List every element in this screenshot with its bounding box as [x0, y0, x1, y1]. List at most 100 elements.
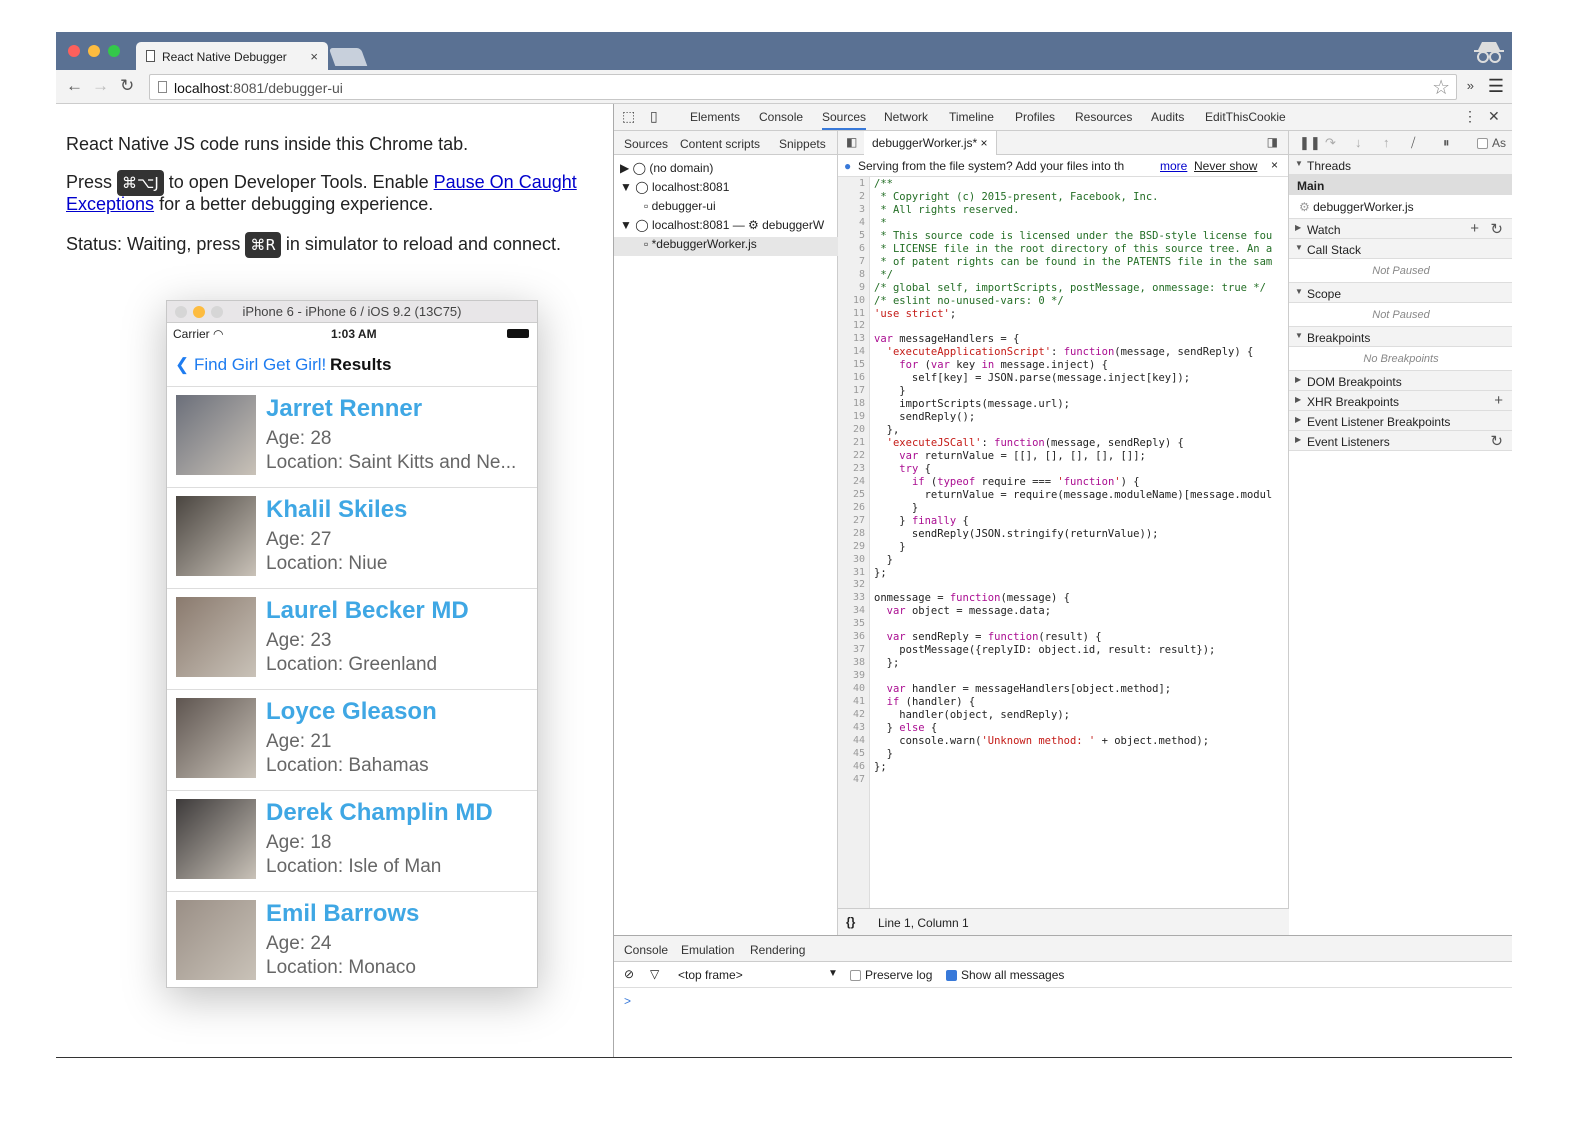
line-number[interactable]: 33	[853, 592, 865, 603]
list-item[interactable]: Laurel Becker MD Age: 23 Location: Greenla…	[167, 589, 537, 690]
info-more-link[interactable]: more	[1160, 159, 1187, 173]
sim-close-button[interactable]	[175, 306, 187, 318]
list-item[interactable]: Jarret Renner Age: 28 Location: Saint Kitt…	[167, 387, 537, 488]
line-number[interactable]: 47	[853, 774, 865, 785]
new-tab-button[interactable]	[328, 48, 368, 66]
pause-icon[interactable]: ❚❚	[1299, 135, 1321, 151]
line-number[interactable]: 31	[853, 567, 865, 578]
minimize-window-button[interactable]	[88, 45, 100, 57]
chrome-menu-icon[interactable]: ☰	[1488, 76, 1504, 97]
chevron-down-icon[interactable]: ▼	[828, 968, 838, 979]
line-number[interactable]: 19	[853, 411, 865, 422]
line-number[interactable]: 14	[853, 346, 865, 357]
tab-rendering[interactable]: Rendering	[750, 943, 805, 957]
line-number[interactable]: 12	[853, 320, 865, 331]
never-show-link[interactable]: Never show	[1194, 159, 1257, 173]
watch-section[interactable]: ▶ Watch + ↻	[1289, 219, 1512, 239]
list-item[interactable]: Khalil Skiles Age: 27 Location: Niue	[167, 488, 537, 589]
line-number[interactable]: 41	[853, 696, 865, 707]
list-item[interactable]: Loyce Gleason Age: 21 Location: Bahamas	[167, 690, 537, 791]
close-window-button[interactable]	[68, 45, 80, 57]
tab-snippets[interactable]: Snippets	[779, 137, 826, 151]
line-number[interactable]: 44	[853, 735, 865, 746]
line-number[interactable]: 10	[853, 295, 865, 306]
devtools-tab-sources[interactable]: Sources	[822, 110, 867, 130]
device-mode-icon[interactable]: ▯	[650, 108, 658, 125]
scope-section[interactable]: ▼ Scope	[1289, 283, 1512, 303]
line-number[interactable]: 2	[859, 191, 865, 202]
exceptions-link[interactable]: Exceptions	[66, 194, 154, 214]
line-number[interactable]: 29	[853, 541, 865, 552]
line-number[interactable]: 1	[859, 178, 865, 189]
reload-icon[interactable]: ↻	[120, 76, 134, 96]
forward-arrow-icon[interactable]: →	[92, 76, 109, 96]
line-number[interactable]: 46	[853, 761, 865, 772]
line-number[interactable]: 3	[859, 204, 865, 215]
line-number[interactable]: 36	[853, 631, 865, 642]
show-all-checkbox[interactable]: Show all messages	[946, 968, 1064, 982]
line-number[interactable]: 39	[853, 670, 865, 681]
line-number[interactable]: 26	[853, 502, 865, 513]
back-arrow-icon[interactable]: ←	[66, 76, 83, 96]
maximize-window-button[interactable]	[108, 45, 120, 57]
pause-on-exceptions-icon[interactable]: ⏸	[1443, 135, 1450, 151]
line-number[interactable]: 13	[853, 333, 865, 344]
filter-icon[interactable]: ▽	[650, 967, 659, 981]
threads-section[interactable]: ▼ Threads	[1289, 155, 1512, 175]
console-prompt[interactable]: >	[614, 988, 1512, 1014]
toggle-navigator-icon[interactable]: ◧	[846, 135, 857, 149]
devtools-tab-audits[interactable]: Audits	[1151, 110, 1184, 124]
line-number[interactable]: 27	[853, 515, 865, 526]
clear-console-icon[interactable]: ⊘	[624, 967, 634, 981]
sim-zoom-button[interactable]	[211, 306, 223, 318]
frame-select[interactable]: <top frame>	[678, 968, 743, 982]
tab-sources[interactable]: Sources	[624, 137, 668, 151]
url-input[interactable]: localhost:8081/debugger-ui ☆	[149, 74, 1457, 100]
line-number[interactable]: 45	[853, 748, 865, 759]
source-code[interactable]: /** * Copyright (c) 2015-present, Facebo…	[874, 177, 1287, 908]
breakpoints-section[interactable]: ▼ Breakpoints	[1289, 327, 1512, 347]
line-number[interactable]: 38	[853, 657, 865, 668]
thread-worker[interactable]: ⚙ debuggerWorker.js	[1289, 195, 1512, 219]
line-number[interactable]: 40	[853, 683, 865, 694]
line-number[interactable]: 17	[853, 385, 865, 396]
close-devtools-icon[interactable]: ✕	[1488, 108, 1500, 125]
xhr-breakpoints-section[interactable]: ▶ XHR Breakpoints +	[1289, 391, 1512, 411]
preserve-log-checkbox[interactable]: Preserve log	[850, 968, 932, 982]
devtools-tab-console[interactable]: Console	[759, 110, 803, 124]
line-number[interactable]: 34	[853, 605, 865, 616]
async-toggle[interactable]: As	[1477, 136, 1506, 150]
step-out-icon[interactable]: ↑	[1383, 135, 1390, 150]
devtools-tab-timeline[interactable]: Timeline	[949, 110, 994, 124]
call-stack-section[interactable]: ▼ Call Stack	[1289, 239, 1512, 259]
close-info-icon[interactable]: ×	[1271, 158, 1278, 172]
line-number[interactable]: 42	[853, 709, 865, 720]
pause-on-caught-link[interactable]: Pause On Caught	[434, 172, 577, 192]
line-number[interactable]: 5	[859, 230, 865, 241]
devtools-tab-elements[interactable]: Elements	[690, 110, 740, 124]
step-into-icon[interactable]: ↓	[1355, 135, 1362, 150]
line-number[interactable]: 15	[853, 359, 865, 370]
list-item[interactable]: Derek Champlin MD Age: 18 Location: Isle o…	[167, 791, 537, 892]
tree-item-localhost[interactable]: ▼ ◯ localhost:8081	[614, 180, 838, 199]
tree-item-worker-domain[interactable]: ▼ ◯ localhost:8081 — ⚙ debuggerW	[614, 218, 838, 237]
line-number[interactable]: 20	[853, 424, 865, 435]
line-number[interactable]: 8	[859, 269, 865, 280]
devtools-tab-profiles[interactable]: Profiles	[1015, 110, 1055, 124]
line-number[interactable]: 9	[859, 282, 865, 293]
bookmark-star-icon[interactable]: ☆	[1432, 75, 1450, 100]
line-number[interactable]: 37	[853, 644, 865, 655]
event-listener-breakpoints-section[interactable]: ▶ Event Listener Breakpoints	[1289, 411, 1512, 431]
line-number[interactable]: 43	[853, 722, 865, 733]
extensions-overflow-icon[interactable]: »	[1467, 78, 1474, 93]
tree-item-debugger-ui[interactable]: ▫ debugger-ui	[614, 199, 838, 218]
line-number[interactable]: 11	[853, 308, 865, 319]
inspect-icon[interactable]: ⬚	[622, 108, 635, 125]
line-number[interactable]: 18	[853, 398, 865, 409]
browser-tab[interactable]: React Native Debugger ×	[136, 42, 328, 70]
line-number[interactable]: 30	[853, 554, 865, 565]
tab-console[interactable]: Console	[624, 943, 668, 957]
sim-minimize-button[interactable]	[193, 306, 205, 318]
line-number[interactable]: 22	[853, 450, 865, 461]
devtools-tab-network[interactable]: Network	[884, 110, 928, 124]
